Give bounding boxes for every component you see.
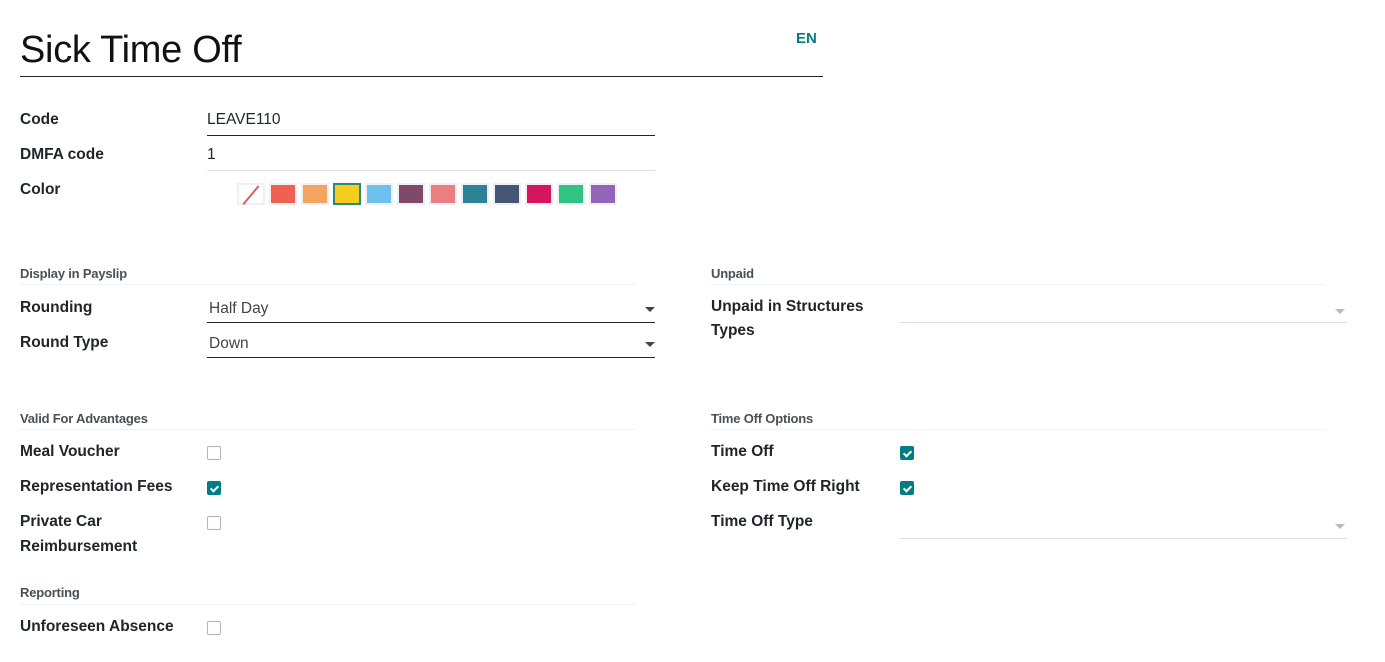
- round-type-label: Round Type: [20, 334, 109, 351]
- color-swatch-light-blue[interactable]: [365, 183, 393, 205]
- color-swatch-dark-blue[interactable]: [493, 183, 521, 205]
- private-car-checkbox[interactable]: [207, 516, 221, 530]
- chevron-down-icon: [1335, 524, 1345, 529]
- keep-time-off-right-checkbox[interactable]: [900, 481, 914, 495]
- rounding-select[interactable]: Half Day: [207, 298, 655, 323]
- time-off-label: Time Off: [711, 443, 774, 460]
- chevron-down-icon: [645, 307, 655, 312]
- unpaid-structures-label: Unpaid in Structures Types: [711, 298, 864, 339]
- color-swatch-no-color[interactable]: [237, 183, 265, 205]
- chevron-down-icon: [1335, 309, 1345, 314]
- color-swatch-red[interactable]: [269, 183, 297, 205]
- dmfa-code-input[interactable]: 1: [207, 144, 655, 171]
- representation-fees-checkbox[interactable]: [207, 481, 221, 495]
- round-type-select[interactable]: Down: [207, 333, 655, 358]
- color-swatch-green[interactable]: [557, 183, 585, 205]
- section-valid-for-advantages: Valid For Advantages: [20, 411, 636, 430]
- representation-fees-label: Representation Fees: [20, 478, 173, 495]
- section-time-off-options: Time Off Options: [711, 411, 1325, 430]
- chevron-down-icon: [645, 342, 655, 347]
- unpaid-structures-input[interactable]: [899, 299, 1347, 323]
- color-label: Color: [20, 181, 61, 198]
- color-swatch-salmon-pink[interactable]: [429, 183, 457, 205]
- rounding-label: Rounding: [20, 299, 93, 316]
- section-display-in-payslip: Display in Payslip: [20, 266, 636, 285]
- dmfa-code-label: DMFA code: [20, 146, 104, 163]
- unforeseen-absence-checkbox[interactable]: [207, 621, 221, 635]
- meal-voucher-label: Meal Voucher: [20, 443, 120, 460]
- time-off-type-label: Time Off Type: [711, 513, 813, 530]
- code-label: Code: [20, 111, 59, 128]
- color-picker: [237, 183, 617, 205]
- round-type-value: Down: [209, 335, 249, 352]
- private-car-label: Private Car Reimbursement: [20, 513, 138, 555]
- dmfa-code-value: 1: [207, 146, 216, 163]
- section-reporting: Reporting: [20, 585, 636, 605]
- time-off-checkbox[interactable]: [900, 446, 914, 460]
- time-off-type-input[interactable]: [899, 514, 1347, 539]
- color-swatch-fuchsia[interactable]: [525, 183, 553, 205]
- rounding-value: Half Day: [209, 300, 269, 317]
- color-swatch-medium-blue[interactable]: [461, 183, 489, 205]
- title-field[interactable]: Sick Time Off: [20, 26, 823, 77]
- color-swatch-dark-purple[interactable]: [397, 183, 425, 205]
- meal-voucher-checkbox[interactable]: [207, 446, 221, 460]
- color-swatch-orange[interactable]: [301, 183, 329, 205]
- keep-time-off-right-label: Keep Time Off Right: [711, 478, 860, 495]
- page-title[interactable]: Sick Time Off: [20, 26, 823, 74]
- code-input[interactable]: LEAVE110: [207, 109, 655, 136]
- color-swatch-purple[interactable]: [589, 183, 617, 205]
- code-value: LEAVE110: [207, 111, 281, 128]
- color-swatch-yellow[interactable]: [333, 183, 361, 205]
- unforeseen-absence-label: Unforeseen Absence: [20, 618, 174, 635]
- language-button[interactable]: EN: [796, 30, 817, 47]
- section-unpaid: Unpaid: [711, 266, 1325, 285]
